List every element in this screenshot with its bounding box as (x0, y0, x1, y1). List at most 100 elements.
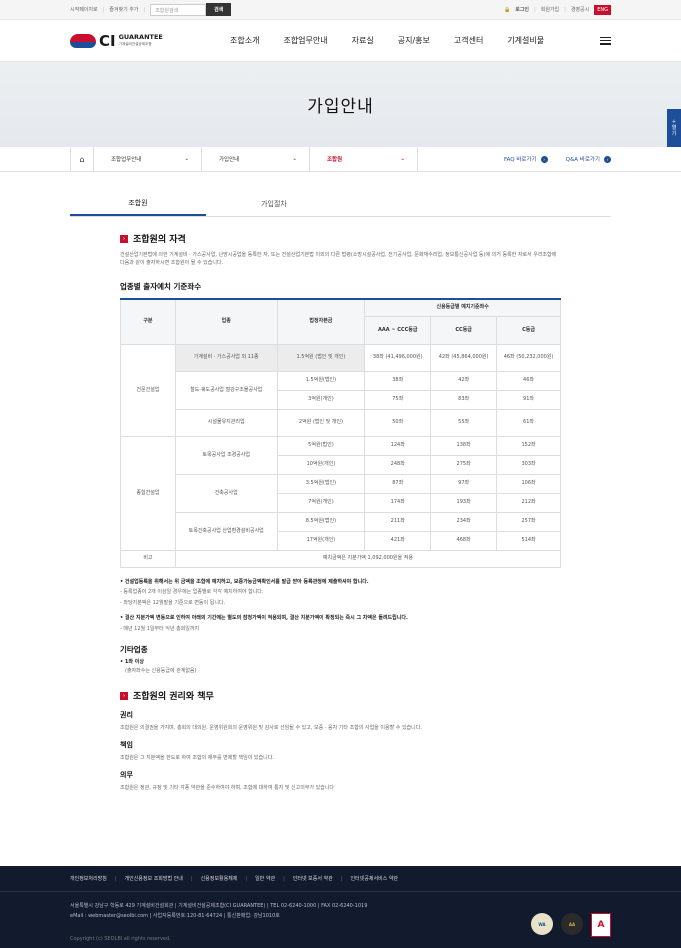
footer-address: 서울특별시 강남구 학동로 429 기계설비건설회관 | 기계설비건설공제조합(… (70, 903, 368, 909)
rights-subtitle: 권리 (120, 711, 133, 719)
gnb-item[interactable]: 공지/홍보 (398, 35, 430, 46)
table-cell: 211좌 (364, 511, 432, 532)
table-header: 업종 (174, 298, 278, 345)
table-cell: 토목공사업 조경공사업 (174, 435, 278, 475)
quick-menu-tab[interactable]: + 열 기 (667, 109, 681, 147)
other-item: • 1좌 이상 (120, 659, 144, 665)
table-cell: 50좌 (364, 408, 432, 437)
table-cell: 234좌 (430, 511, 498, 532)
quick-links: FAQ 바로가기 › Q&A 바로가기 › (504, 155, 611, 163)
table-cell: 1.5억원(법인) (276, 370, 366, 391)
table-cell: 257좌 (496, 511, 561, 532)
qna-link[interactable]: Q&A 바로가기 › (566, 155, 611, 163)
web-accessibility-badge-icon: WA (531, 913, 553, 935)
tab-member[interactable]: 조합원 (70, 192, 206, 216)
footer-link[interactable]: 인터넷공제서비스 약관 (350, 875, 398, 882)
gnb-item[interactable]: 자료실 (352, 35, 374, 46)
table-cell: 248좌 (364, 454, 432, 475)
member-search-input[interactable]: 조합원검색 (150, 3, 207, 16)
gnb-item[interactable]: 조합소개 (230, 35, 259, 46)
footer-link[interactable]: 일반 약관 (255, 875, 275, 882)
duty-text: 조합원은 정관, 규정 및 기타 각종 약관을 준수하여야 하며, 조합에 대하… (120, 785, 335, 791)
footer-link[interactable]: 신용정보활용체제 (201, 875, 238, 882)
table-row: 토목건축공사업 산업환경설비공사업 8.5억원(법인) 211좌 234좌 25… (121, 511, 561, 551)
table-cell: 8.5억원(법인) (276, 511, 366, 532)
search-button[interactable]: 검색 (206, 3, 232, 16)
table-cell: 2억원 (법인 및 개인) (276, 408, 366, 437)
table-cell: 303좌 (496, 454, 561, 475)
utility-right: 🔒 로그인 | 회원가입 | 경영공시 ENG (504, 4, 611, 15)
footer-link[interactable]: 인터넷 보증서 약관 (293, 875, 333, 882)
signup-link[interactable]: 회원가입 (541, 6, 559, 13)
certification-badges: WA AA A (531, 913, 611, 937)
add-favorite-link[interactable]: 즐겨찾기 추가 (109, 6, 138, 13)
disclosure-link[interactable]: 경영공시 (571, 6, 589, 13)
gnb-item[interactable]: 조합업무안내 (283, 35, 327, 46)
note-item: - 좌당지분액은 12월말을 기준으로 변동이 됩니다. (120, 599, 226, 606)
responsibility-text: 조합원은 그 지분액을 한도로 하여 조합의 채무를 변제할 책임이 있습니다. (120, 755, 274, 761)
table-cell: 1.5억원 (법인 및 개인) (276, 343, 366, 372)
tab-procedure[interactable]: 가입절차 (206, 192, 342, 216)
award-badge-icon: AA (561, 913, 583, 935)
section-title: › 조합원의 권리와 책무 (120, 689, 561, 702)
hero-banner: 가입안내 (0, 62, 681, 147)
footer-link[interactable]: 개인신용정보 조회방법 안내 (125, 875, 183, 882)
breadcrumb-item-3[interactable]: 조합원 ⌄ (310, 146, 418, 172)
content-tabs: 조합원 가입절차 (70, 192, 611, 217)
site-logo[interactable]: CI GUARANTEE 기계설비건설공제조합 (70, 32, 230, 50)
table-header: 신용등급별 예치기준좌수 (364, 298, 561, 317)
copyright: Copyright (c) SEOLBI all rights reserved… (70, 936, 171, 942)
table-cell: 38좌 (364, 370, 432, 391)
set-home-link[interactable]: 시작페이지로 (70, 6, 98, 13)
duty-subtitle: 의무 (120, 771, 133, 779)
main-navigation: 조합소개 조합업무안내 자료실 공지/홍보 고객센터 기계설비물 (230, 35, 544, 46)
breadcrumb-item-2[interactable]: 가입안내 ⌄ (202, 146, 310, 172)
table-row: 건축공사업 3.5억원(법인) 87좌 97좌 106좌 (121, 473, 561, 513)
divider: | (143, 6, 146, 13)
table-cell: 비고 (120, 549, 176, 568)
table-cell: 46좌 (50,232,000원) (496, 343, 561, 372)
breadcrumb-label: 조합원 (327, 157, 343, 163)
table-row: 철도·궤도공사업 철강구조물공사업 1.5억원(법인) 38좌 42좌 46좌 (121, 370, 561, 410)
notes-list: • 건설업등록을 위해서는 위 금액을 조합에 예치하고, 보증가능금액확인서를… (120, 577, 561, 635)
login-link[interactable]: 로그인 (515, 6, 529, 13)
table-row: 시설물유지관리업 2억원 (법인 및 개인) 50좌 55좌 61좌 (121, 408, 561, 437)
table-cell: 38좌 (41,496,000원) (364, 343, 432, 372)
gnb-item[interactable]: 고객센터 (454, 35, 483, 46)
table-cell: 91좌 (496, 389, 561, 410)
utility-left: 시작페이지로 | 즐겨찾기 추가 | 조합원검색 검색 (70, 3, 232, 16)
rights-text: 조합원은 의결권을 가지며, 총회의 대의원, 운영위원회의 운영위원 및 감사… (120, 725, 422, 731)
site-header: CI GUARANTEE 기계설비건설공제조합 조합소개 조합업무안내 자료실 … (0, 20, 681, 62)
table-cell: 83좌 (430, 389, 498, 410)
note-item: - 매년 12월 1일부터 익년 총회일까지 (120, 625, 200, 632)
table-row: 종합건설업 토목공사업 조경공사업 5억원(법인) 124좌 138좌 152좌 (120, 435, 561, 551)
table-header: C등급 (496, 315, 561, 345)
table-cell: 75좌 (364, 389, 432, 410)
faq-link[interactable]: FAQ 바로가기 › (504, 155, 548, 163)
table-cell: 건축공사업 (174, 473, 278, 513)
menu-icon[interactable] (600, 36, 611, 45)
table-cell: 106좌 (496, 473, 561, 494)
eng-button[interactable]: ENG (594, 4, 611, 15)
breadcrumb-label: 조합업무안내 (111, 157, 142, 163)
table-cell: 97좌 (430, 473, 498, 494)
divider: | (534, 6, 536, 13)
quick-menu-label-2: 기 (671, 131, 677, 137)
divider: | (102, 6, 105, 13)
table-cell: 철도·궤도공사업 철강구조물공사업 (174, 370, 278, 410)
main-content: › 조합원의 자격 건설산업기본법에 의한 기계설비 · 가스공사업, 난방시공업… (0, 232, 681, 792)
table-cell: 시설물유지관리업 (174, 408, 278, 437)
table-header: 구분 (120, 298, 176, 345)
other-title: 기타업종 (120, 645, 148, 654)
footer-links: 개인정보처리방침 | 개인신용정보 조회방법 안내 | 신용정보활용체제 | 일반 약… (0, 866, 681, 892)
home-icon[interactable]: ⌂ (70, 146, 94, 172)
gnb-item[interactable]: 기계설비물 (507, 35, 544, 46)
table-cell: 7억원(개인) (276, 492, 366, 513)
breadcrumb-item-1[interactable]: 조합업무안내 ⌄ (94, 146, 202, 172)
table-cell: 종합건설업 (120, 435, 176, 551)
footer-link[interactable]: 개인정보처리방침 (70, 875, 107, 882)
faq-label: FAQ 바로가기 (503, 157, 537, 163)
table-cell: 5억원(법인) (276, 435, 366, 456)
table-cell: 124좌 (364, 435, 432, 456)
table-cell: 212좌 (496, 492, 561, 513)
